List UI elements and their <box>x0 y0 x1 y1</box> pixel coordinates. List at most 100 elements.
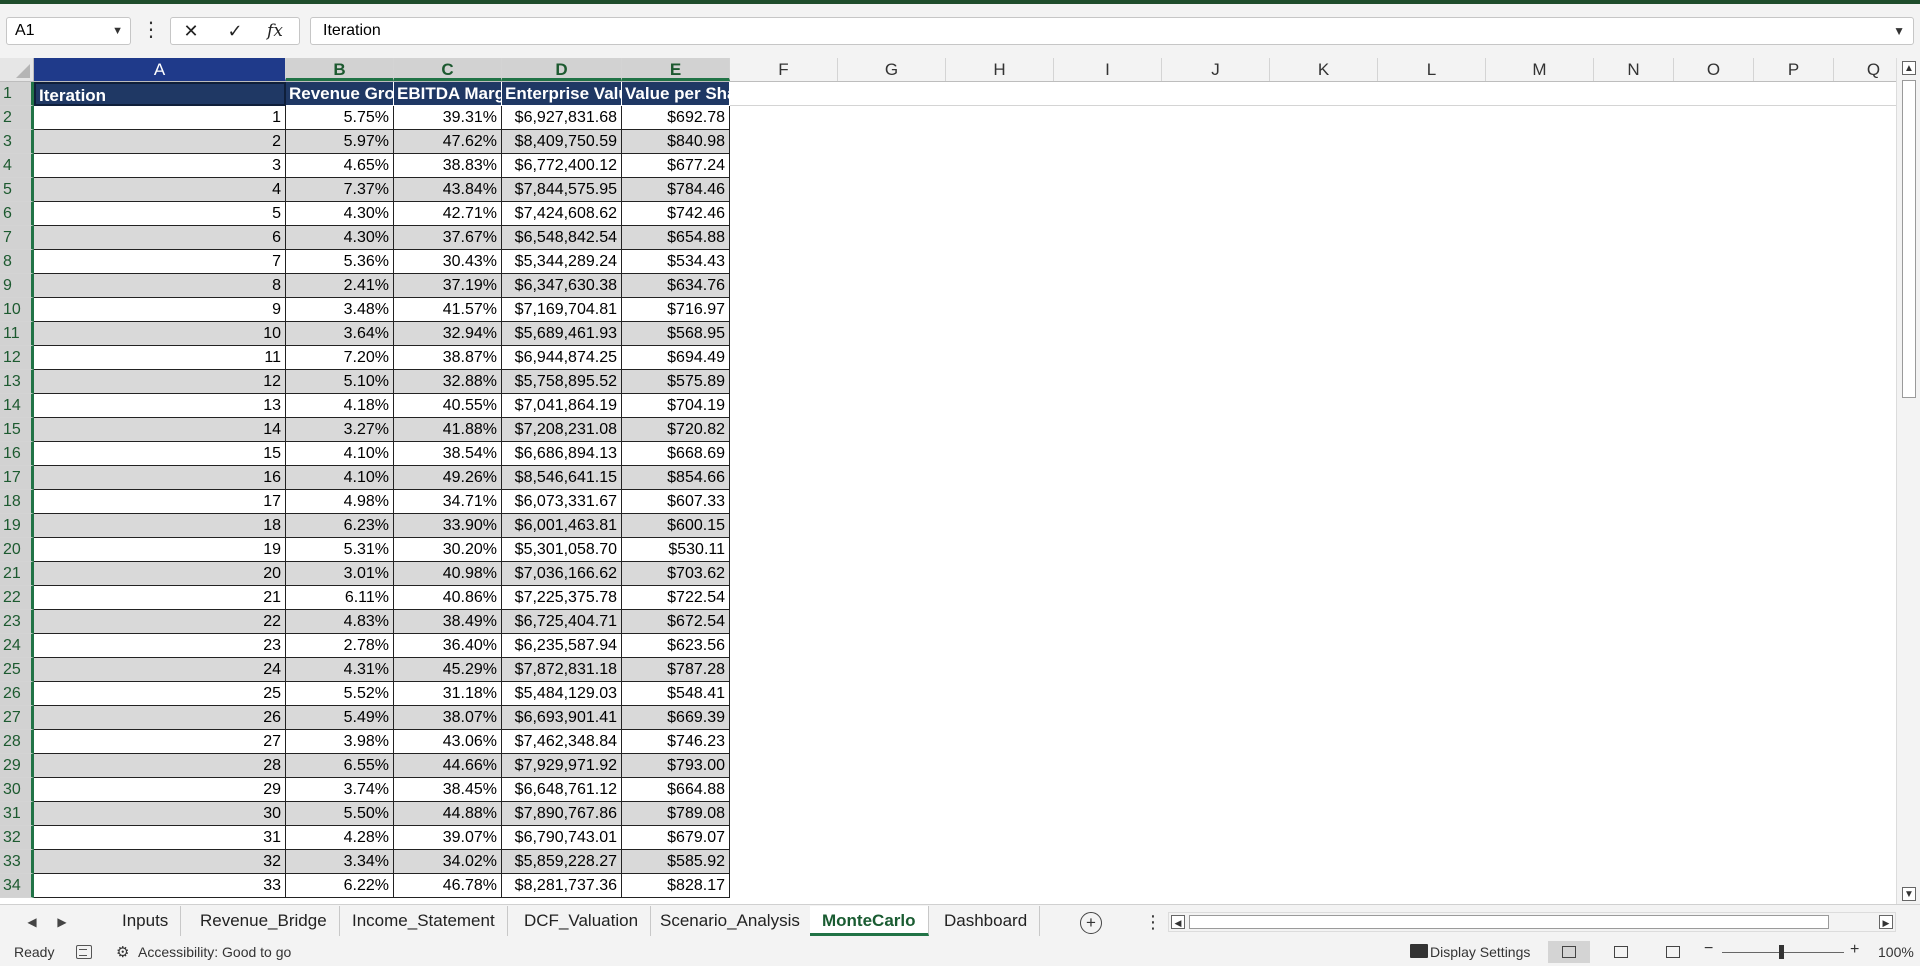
column-header-i[interactable]: I <box>1054 58 1162 81</box>
table-cell[interactable]: $672.54 <box>622 610 730 634</box>
column-header-d[interactable]: D <box>502 58 622 81</box>
vertical-scrollbar[interactable]: ▲ ▼ <box>1896 58 1920 904</box>
horizontal-scroll-thumb[interactable] <box>1189 915 1829 929</box>
table-cell[interactable]: 32 <box>34 850 286 874</box>
formula-input[interactable]: Iteration ▼ <box>310 17 1914 45</box>
table-cell[interactable]: 9 <box>34 298 286 322</box>
row-header-14[interactable]: 14 <box>0 394 34 418</box>
table-cell[interactable]: 40.55% <box>394 394 502 418</box>
empty-cells[interactable] <box>730 490 1896 514</box>
empty-cells[interactable] <box>730 418 1896 442</box>
table-cell[interactable]: 6.11% <box>286 586 394 610</box>
table-cell[interactable]: 4.10% <box>286 466 394 490</box>
hscroll-right-icon[interactable]: ▶ <box>1879 915 1893 929</box>
row-header-31[interactable]: 31 <box>0 802 34 826</box>
table-cell[interactable]: 5.97% <box>286 130 394 154</box>
empty-cells[interactable] <box>730 514 1896 538</box>
empty-cells[interactable] <box>730 562 1896 586</box>
column-header-f[interactable]: F <box>730 58 838 81</box>
table-cell[interactable]: $793.00 <box>622 754 730 778</box>
table-cell[interactable]: $7,872,831.18 <box>502 658 622 682</box>
table-cell[interactable]: 5.52% <box>286 682 394 706</box>
table-cell[interactable]: $575.89 <box>622 370 730 394</box>
empty-cells[interactable] <box>730 634 1896 658</box>
table-cell[interactable]: 49.26% <box>394 466 502 490</box>
table-cell[interactable]: 32.94% <box>394 322 502 346</box>
name-box[interactable]: A1 ▼ <box>6 17 131 45</box>
table-cell[interactable]: $585.92 <box>622 850 730 874</box>
row-header-5[interactable]: 5 <box>0 178 34 202</box>
table-cell[interactable]: 26 <box>34 706 286 730</box>
enter-icon[interactable]: ✓ <box>217 18 253 44</box>
table-cell[interactable]: $854.66 <box>622 466 730 490</box>
table-cell[interactable]: $6,347,630.38 <box>502 274 622 298</box>
tab-revenue-bridge[interactable]: Revenue_Bridge <box>188 906 340 936</box>
table-cell[interactable]: $7,844,575.95 <box>502 178 622 202</box>
table-cell[interactable]: $623.56 <box>622 634 730 658</box>
empty-cells[interactable] <box>730 250 1896 274</box>
column-header-n[interactable]: N <box>1594 58 1674 81</box>
zoom-plus-icon[interactable]: + <box>1850 941 1859 959</box>
scroll-left-icon[interactable]: ◀ <box>22 911 42 933</box>
column-header-c[interactable]: C <box>394 58 502 81</box>
row-header-9[interactable]: 9 <box>0 274 34 298</box>
table-cell[interactable]: 12 <box>34 370 286 394</box>
row-header-18[interactable]: 18 <box>0 490 34 514</box>
table-cell[interactable]: 8 <box>34 274 286 298</box>
table-cell[interactable]: $6,548,842.54 <box>502 226 622 250</box>
table-cell[interactable]: 41.88% <box>394 418 502 442</box>
table-cell[interactable]: $6,790,743.01 <box>502 826 622 850</box>
tab-dashboard[interactable]: Dashboard <box>932 906 1041 936</box>
empty-cells[interactable] <box>730 682 1896 706</box>
table-cell[interactable]: 38.83% <box>394 154 502 178</box>
table-cell[interactable]: 3.27% <box>286 418 394 442</box>
table-cell[interactable]: $692.78 <box>622 106 730 130</box>
table-cell[interactable]: 38.54% <box>394 442 502 466</box>
table-cell[interactable]: $784.46 <box>622 178 730 202</box>
table-cell[interactable]: $7,169,704.81 <box>502 298 622 322</box>
row-header-27[interactable]: 27 <box>0 706 34 730</box>
table-cell[interactable]: $6,001,463.81 <box>502 514 622 538</box>
table-cell[interactable]: 3 <box>34 154 286 178</box>
row-header-20[interactable]: 20 <box>0 538 34 562</box>
empty-cells[interactable] <box>730 202 1896 226</box>
table-cell[interactable]: $5,859,228.27 <box>502 850 622 874</box>
table-cell[interactable]: $6,772,400.12 <box>502 154 622 178</box>
table-cell[interactable]: $568.95 <box>622 322 730 346</box>
tab-scenario-analysis[interactable]: Scenario_Analysis <box>648 906 813 936</box>
table-cell[interactable]: 38.07% <box>394 706 502 730</box>
horizontal-scrollbar[interactable]: ◀ ▶ <box>1168 912 1896 932</box>
table-cell[interactable]: $530.11 <box>622 538 730 562</box>
table-cell[interactable]: 5 <box>34 202 286 226</box>
add-sheet-icon[interactable]: + <box>1080 912 1102 934</box>
table-cell[interactable]: $716.97 <box>622 298 730 322</box>
table-cell[interactable]: $6,927,831.68 <box>502 106 622 130</box>
row-header-2[interactable]: 2 <box>0 106 34 130</box>
table-cell[interactable]: $634.76 <box>622 274 730 298</box>
table-cell[interactable]: 4.10% <box>286 442 394 466</box>
function-icon[interactable]: fx <box>257 18 293 44</box>
table-cell[interactable]: 3.74% <box>286 778 394 802</box>
table-cell[interactable]: 2 <box>34 130 286 154</box>
row-header-22[interactable]: 22 <box>0 586 34 610</box>
formula-expand-icon[interactable]: ▼ <box>1893 18 1905 44</box>
table-cell[interactable]: 5.36% <box>286 250 394 274</box>
table-cell[interactable]: 29 <box>34 778 286 802</box>
table-cell[interactable]: 38.45% <box>394 778 502 802</box>
table-cell[interactable]: $789.08 <box>622 802 730 826</box>
empty-cells[interactable] <box>730 394 1896 418</box>
table-cell[interactable]: $534.43 <box>622 250 730 274</box>
accessibility-icon[interactable]: ⚙ <box>116 943 129 961</box>
table-cell[interactable]: 25 <box>34 682 286 706</box>
column-header-o[interactable]: O <box>1674 58 1754 81</box>
empty-cells[interactable] <box>730 154 1896 178</box>
table-cell[interactable]: 24 <box>34 658 286 682</box>
table-cell[interactable]: 7.20% <box>286 346 394 370</box>
table-cell[interactable]: 1 <box>34 106 286 130</box>
table-cell[interactable]: 27 <box>34 730 286 754</box>
table-cell[interactable]: $828.17 <box>622 874 730 898</box>
table-cell[interactable]: $8,546,641.15 <box>502 466 622 490</box>
table-cell[interactable]: $6,648,761.12 <box>502 778 622 802</box>
table-cell[interactable]: $7,041,864.19 <box>502 394 622 418</box>
empty-cells[interactable] <box>730 298 1896 322</box>
